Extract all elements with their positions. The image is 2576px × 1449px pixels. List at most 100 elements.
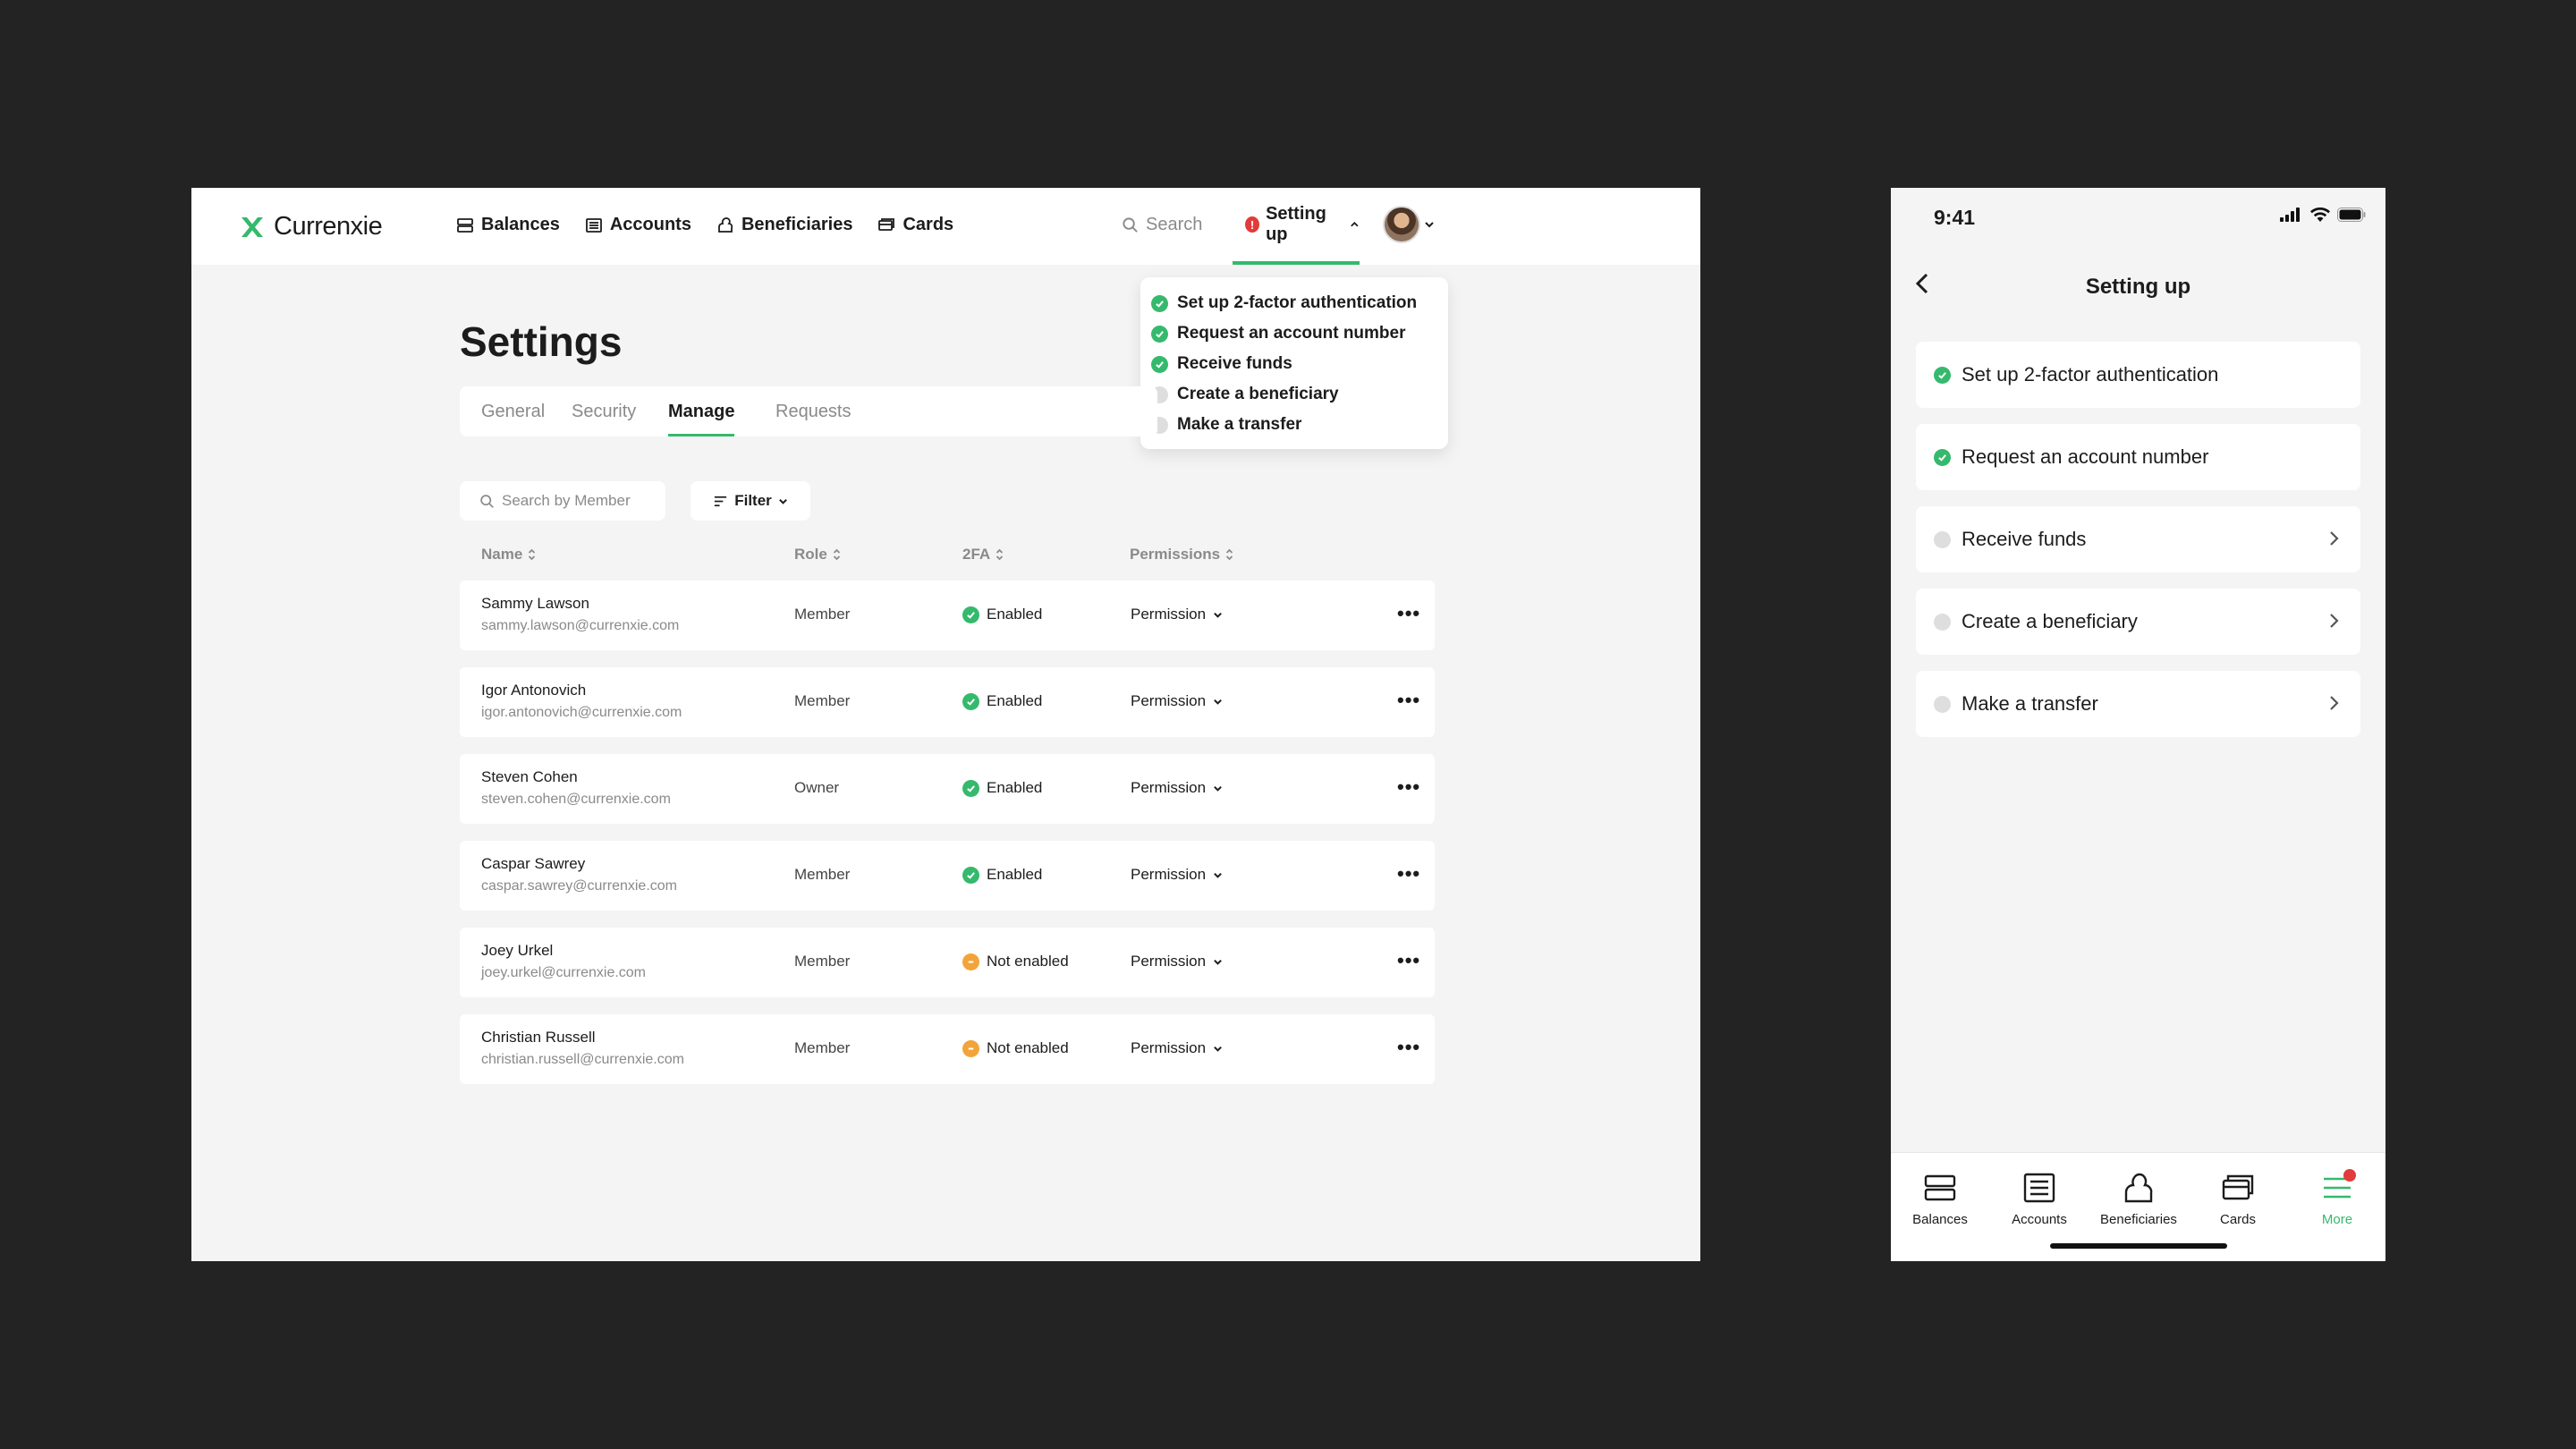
setup-step-card-2fa[interactable]: Set up 2-factor authentication bbox=[1916, 342, 2360, 408]
tab-more[interactable]: More bbox=[2288, 1169, 2385, 1227]
setup-step-card-create-beneficiary[interactable]: Create a beneficiary bbox=[1916, 589, 2360, 655]
wifi-icon bbox=[2310, 208, 2330, 222]
tab-accounts[interactable]: Accounts bbox=[1990, 1171, 2089, 1227]
tab-beneficiaries[interactable]: Beneficiaries bbox=[2089, 1171, 2188, 1227]
setup-step-label: Request an account number bbox=[1962, 445, 2209, 468]
column-header-name[interactable]: Name bbox=[481, 546, 537, 564]
nav-cards[interactable]: Cards bbox=[877, 215, 953, 235]
column-header-role[interactable]: Role bbox=[794, 546, 842, 564]
more-options-button[interactable]: ••• bbox=[1397, 1036, 1420, 1059]
chevron-down-icon bbox=[1214, 872, 1222, 878]
cards-icon bbox=[2222, 1174, 2254, 1200]
more-options-button[interactable]: ••• bbox=[1397, 949, 1420, 972]
table-row: Joey Urkel joey.urkel@currenxie.com Memb… bbox=[460, 928, 1435, 997]
setup-step-account-number[interactable]: Request an account number bbox=[1151, 318, 1437, 349]
setup-step-label: Receive funds bbox=[1962, 528, 2087, 550]
chevron-up-icon bbox=[1351, 221, 1359, 227]
permission-dropdown[interactable]: Permission bbox=[1131, 692, 1223, 710]
brand-logo[interactable]: Currenxie bbox=[240, 212, 383, 242]
permission-dropdown[interactable]: Permission bbox=[1131, 1039, 1223, 1057]
nav-balances-label: Balances bbox=[481, 215, 560, 234]
search-icon bbox=[480, 494, 494, 508]
nav-cards-label: Cards bbox=[902, 215, 954, 234]
nav-balances[interactable]: Balances bbox=[456, 215, 560, 235]
chevron-right-icon bbox=[2330, 614, 2339, 628]
member-name: Sammy Lawson bbox=[481, 595, 589, 612]
tab-general[interactable]: General bbox=[481, 386, 545, 436]
nav-accounts[interactable]: Accounts bbox=[585, 215, 691, 235]
member-2fa-status: Not enabled bbox=[962, 1039, 1069, 1057]
setup-step-2fa[interactable]: Set up 2-factor authentication bbox=[1151, 288, 1437, 318]
column-header-permissions[interactable]: Permissions bbox=[1130, 546, 1234, 564]
setup-step-create-beneficiary[interactable]: Create a beneficiary bbox=[1151, 379, 1437, 410]
tab-manage[interactable]: Manage bbox=[668, 386, 735, 436]
more-options-button[interactable]: ••• bbox=[1397, 862, 1420, 886]
member-search-input[interactable]: Search by Member bbox=[460, 481, 665, 521]
permission-dropdown[interactable]: Permission bbox=[1131, 866, 1223, 884]
check-icon bbox=[962, 606, 979, 623]
check-icon bbox=[962, 779, 979, 797]
filter-button[interactable]: Filter bbox=[691, 481, 810, 521]
user-menu[interactable] bbox=[1383, 206, 1435, 243]
sort-icon bbox=[529, 548, 536, 561]
member-2fa-status: Enabled bbox=[962, 606, 1042, 623]
column-header-2fa[interactable]: 2FA bbox=[962, 546, 1004, 564]
tab-cards-label: Cards bbox=[2219, 1212, 2256, 1227]
more-options-button[interactable]: ••• bbox=[1397, 602, 1420, 625]
more-options-button[interactable]: ••• bbox=[1397, 689, 1420, 712]
setup-step-receive-funds[interactable]: Receive funds bbox=[1151, 349, 1437, 379]
check-icon bbox=[1151, 325, 1168, 343]
setup-step-label: Make a transfer bbox=[1177, 415, 1302, 434]
setting-up-label: Setting up bbox=[1266, 204, 1326, 244]
setup-step-label: Create a beneficiary bbox=[1962, 610, 2138, 632]
chevron-down-icon bbox=[1214, 699, 1222, 705]
permission-dropdown[interactable]: Permission bbox=[1131, 953, 1223, 970]
chevron-down-icon bbox=[1214, 1046, 1222, 1052]
chevron-down-icon bbox=[1214, 785, 1222, 792]
setup-step-card-receive-funds[interactable]: Receive funds bbox=[1916, 506, 2360, 572]
global-search[interactable]: Search bbox=[1122, 215, 1202, 235]
home-indicator bbox=[2050, 1243, 2227, 1249]
2fa-status-label: Not enabled bbox=[987, 953, 1069, 970]
beneficiaries-icon bbox=[718, 216, 733, 233]
minus-icon bbox=[962, 1039, 979, 1057]
pending-circle-icon bbox=[1934, 530, 1951, 548]
setup-step-label: Create a beneficiary bbox=[1177, 385, 1339, 403]
tab-cards[interactable]: Cards bbox=[2189, 1171, 2287, 1227]
member-search-placeholder: Search by Member bbox=[502, 492, 631, 509]
search-icon bbox=[1123, 217, 1138, 233]
member-email: steven.cohen@currenxie.com bbox=[481, 792, 671, 807]
permission-dropdown[interactable]: Permission bbox=[1131, 606, 1223, 623]
desktop-window: Currenxie Balances Accounts Beneficiarie… bbox=[191, 188, 1700, 1261]
more-options-button[interactable]: ••• bbox=[1397, 775, 1420, 799]
beneficiaries-icon bbox=[2124, 1173, 2153, 1203]
pending-circle-icon bbox=[1934, 695, 1951, 713]
nav-beneficiaries[interactable]: Beneficiaries bbox=[716, 215, 852, 235]
tab-balances[interactable]: Balances bbox=[1891, 1171, 1989, 1227]
permission-label: Permission bbox=[1131, 953, 1207, 970]
permission-label: Permission bbox=[1131, 692, 1207, 709]
cellular-signal-icon bbox=[2280, 208, 2300, 222]
column-header-label: 2FA bbox=[962, 546, 991, 563]
screen-title: Setting up bbox=[2085, 275, 2191, 299]
setup-step-card-account-number[interactable]: Request an account number bbox=[1916, 424, 2360, 490]
tab-requests[interactable]: Requests bbox=[775, 386, 852, 436]
setting-up-menu-button[interactable]: ! Setting up bbox=[1233, 188, 1360, 265]
sort-icon bbox=[996, 548, 1004, 561]
member-name: Steven Cohen bbox=[481, 768, 578, 785]
permission-dropdown[interactable]: Permission bbox=[1131, 779, 1223, 797]
chevron-down-icon bbox=[778, 498, 787, 504]
setup-step-card-make-transfer[interactable]: Make a transfer bbox=[1916, 671, 2360, 737]
table-row: Igor Antonovich igor.antonovich@currenxi… bbox=[460, 667, 1435, 737]
global-search-label: Search bbox=[1146, 215, 1203, 234]
setup-step-make-transfer[interactable]: Make a transfer bbox=[1151, 410, 1437, 440]
setup-step-label: Receive funds bbox=[1177, 354, 1292, 373]
battery-icon bbox=[2337, 208, 2366, 222]
column-header-label: Permissions bbox=[1130, 546, 1221, 563]
chevron-down-icon bbox=[1214, 959, 1222, 965]
main-nav: Balances Accounts Beneficiaries Cards bbox=[456, 215, 953, 235]
tab-security[interactable]: Security bbox=[572, 386, 636, 436]
column-header-label: Name bbox=[481, 546, 523, 563]
check-icon bbox=[962, 866, 979, 884]
table-row: Caspar Sawrey caspar.sawrey@currenxie.co… bbox=[460, 841, 1435, 911]
